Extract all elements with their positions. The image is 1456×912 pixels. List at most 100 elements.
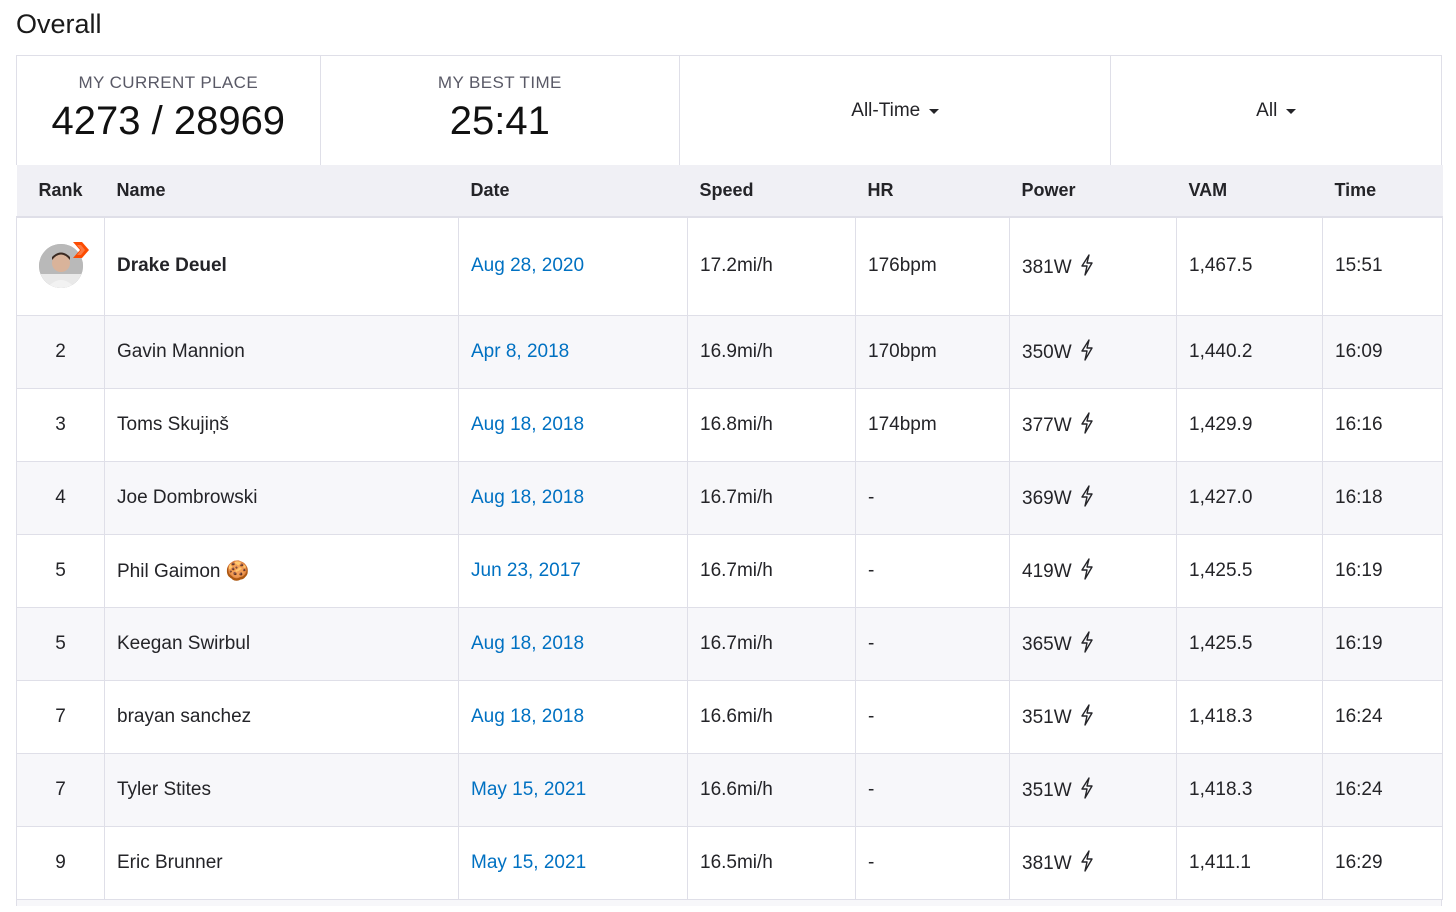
athlete-name[interactable]: brayan sanchez <box>104 680 459 754</box>
date-cell: May 15, 2021 <box>458 753 688 827</box>
athlete-name[interactable]: Phil Gaimon 🍪 <box>104 534 459 608</box>
time-cell: 16:24 <box>1322 680 1443 754</box>
lightning-bolt-icon <box>1080 777 1093 799</box>
leaderboard-table: Rank Name Date Speed HR Power VAM Time D… <box>16 165 1443 900</box>
activity-date-link[interactable]: Aug 28, 2020 <box>471 255 584 276</box>
hr-cell: 176bpm <box>855 217 1010 316</box>
speed-cell: 16.6mi/h <box>687 753 856 827</box>
rank-cell: 7 <box>16 753 105 827</box>
header-power[interactable]: Power <box>1009 165 1177 218</box>
speed-cell: 16.7mi/h <box>687 607 856 681</box>
activity-date-link[interactable]: May 15, 2021 <box>471 779 586 800</box>
time-cell: 15:51 <box>1322 217 1443 316</box>
header-speed[interactable]: Speed <box>687 165 856 218</box>
hr-cell: - <box>855 534 1010 608</box>
time-filter-cell: All-Time <box>680 56 1112 165</box>
athlete-name[interactable]: Toms Skujiņš <box>104 388 459 462</box>
activity-date-link[interactable]: Aug 18, 2018 <box>471 487 584 508</box>
power-value: 351W <box>1022 780 1072 801</box>
leaderboard: MY CURRENT PLACE 4273 / 28969 MY BEST TI… <box>16 55 1443 906</box>
rank-cell: 7 <box>16 680 105 754</box>
group-filter-label: All <box>1256 99 1278 121</box>
header-date[interactable]: Date <box>458 165 688 218</box>
time-cell: 16:19 <box>1322 534 1443 608</box>
time-cell: 16:09 <box>1322 315 1443 389</box>
activity-date-link[interactable]: May 15, 2021 <box>471 852 586 873</box>
table-row: 3 Toms Skujiņš Aug 18, 2018 16.8mi/h 174… <box>16 388 1443 462</box>
time-cell: 16:16 <box>1322 388 1443 462</box>
rank-cell: 2 <box>16 315 105 389</box>
header-name[interactable]: Name <box>104 165 459 218</box>
athlete-name[interactable]: Eric Brunner <box>104 826 459 900</box>
activity-date-link[interactable]: Apr 8, 2018 <box>471 341 569 362</box>
power-value: 369W <box>1022 488 1072 509</box>
time-filter-label: All-Time <box>851 99 921 121</box>
best-time-value: 25:41 <box>449 98 550 143</box>
vam-cell: 1,440.2 <box>1176 315 1323 389</box>
power-cell: 369W <box>1009 461 1177 535</box>
power-value: 419W <box>1022 561 1072 582</box>
speed-cell: 16.6mi/h <box>687 680 856 754</box>
power-cell: 419W <box>1009 534 1177 608</box>
table-row: 7 Tyler Stites May 15, 2021 16.6mi/h - 3… <box>16 753 1443 827</box>
speed-cell: 17.2mi/h <box>687 217 856 316</box>
speed-cell: 16.9mi/h <box>687 315 856 389</box>
date-cell: Apr 8, 2018 <box>458 315 688 389</box>
power-cell: 350W <box>1009 315 1177 389</box>
power-value: 351W <box>1022 707 1072 728</box>
header-hr[interactable]: HR <box>855 165 1010 218</box>
date-cell: May 15, 2021 <box>458 826 688 900</box>
power-value: 381W <box>1022 853 1072 874</box>
group-filter-dropdown[interactable]: All <box>1256 99 1297 122</box>
lightning-bolt-icon <box>1080 412 1093 434</box>
table-row: 2 Gavin Mannion Apr 8, 2018 16.9mi/h 170… <box>16 315 1443 389</box>
next-row-partial <box>16 899 1442 906</box>
rank-cell: 5 <box>16 534 105 608</box>
vam-cell: 1,429.9 <box>1176 388 1323 462</box>
vam-cell: 1,467.5 <box>1176 217 1323 316</box>
power-cell: 381W <box>1009 826 1177 900</box>
activity-date-link[interactable]: Aug 18, 2018 <box>471 633 584 654</box>
power-cell: 377W <box>1009 388 1177 462</box>
current-place-value: 4273 / 28969 <box>51 98 286 143</box>
power-cell: 365W <box>1009 607 1177 681</box>
group-filter-cell: All <box>1111 56 1441 165</box>
lightning-bolt-icon <box>1080 339 1093 361</box>
athlete-name[interactable]: Keegan Swirbul <box>104 607 459 681</box>
power-value: 381W <box>1022 256 1072 278</box>
table-header-row: Rank Name Date Speed HR Power VAM Time <box>16 165 1443 218</box>
athlete-name[interactable]: Joe Dombrowski <box>104 461 459 535</box>
chevron-badge-icon <box>72 242 89 259</box>
power-cell: 351W <box>1009 680 1177 754</box>
lightning-bolt-icon <box>1080 704 1093 726</box>
activity-date-link[interactable]: Aug 18, 2018 <box>471 706 584 727</box>
rank-cell: 5 <box>16 607 105 681</box>
table-row: 5 Keegan Swirbul Aug 18, 2018 16.7mi/h -… <box>16 607 1443 681</box>
rank-cell: 4 <box>16 461 105 535</box>
activity-date-link[interactable]: Aug 18, 2018 <box>471 414 584 435</box>
lightning-bolt-icon <box>1080 254 1093 276</box>
table-row: 7 brayan sanchez Aug 18, 2018 16.6mi/h -… <box>16 680 1443 754</box>
athlete-name[interactable]: Tyler Stites <box>104 753 459 827</box>
caret-down-icon <box>929 109 940 114</box>
date-cell: Aug 18, 2018 <box>458 461 688 535</box>
rank-cell: 3 <box>16 388 105 462</box>
hr-cell: - <box>855 607 1010 681</box>
speed-cell: 16.7mi/h <box>687 534 856 608</box>
header-vam[interactable]: VAM <box>1176 165 1323 218</box>
page-title: Overall <box>16 9 102 39</box>
current-place-stat: MY CURRENT PLACE 4273 / 28969 <box>17 56 321 165</box>
power-cell: 381W <box>1009 217 1177 316</box>
avatar[interactable] <box>38 242 89 289</box>
time-filter-dropdown[interactable]: All-Time <box>851 99 940 122</box>
athlete-name[interactable]: Gavin Mannion <box>104 315 459 389</box>
athlete-name[interactable]: Drake Deuel <box>104 217 459 316</box>
speed-cell: 16.5mi/h <box>687 826 856 900</box>
header-time[interactable]: Time <box>1322 165 1443 218</box>
header-rank[interactable]: Rank <box>16 165 105 218</box>
current-place-label: MY CURRENT PLACE <box>78 72 259 92</box>
lightning-bolt-icon <box>1080 631 1093 653</box>
vam-cell: 1,427.0 <box>1176 461 1323 535</box>
table-row: 5 Phil Gaimon 🍪 Jun 23, 2017 16.7mi/h - … <box>16 534 1443 608</box>
activity-date-link[interactable]: Jun 23, 2017 <box>471 560 581 581</box>
